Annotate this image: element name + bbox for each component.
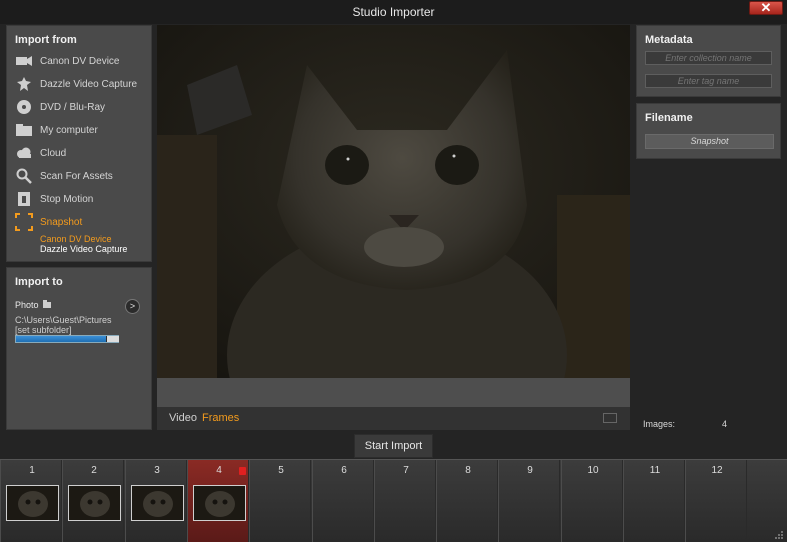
capture-device-icon bbox=[14, 75, 34, 93]
import-path: C:\Users\Guest\Pictures bbox=[15, 315, 112, 325]
collection-name-input[interactable] bbox=[645, 51, 772, 65]
slot-number: 10 bbox=[587, 465, 599, 476]
tray-slot[interactable]: 5 bbox=[249, 460, 311, 542]
filename-input[interactable]: Snapshot bbox=[645, 134, 774, 149]
tray-slot[interactable]: 11 bbox=[623, 460, 685, 542]
import-from-panel: Import from Canon DV Device Dazzle Video… bbox=[6, 25, 152, 262]
tray-slot[interactable]: 12 bbox=[685, 460, 747, 542]
tray-slot[interactable]: 3 bbox=[125, 460, 187, 542]
snapshot-thumbnail[interactable] bbox=[68, 485, 121, 521]
slot-number: 6 bbox=[341, 465, 347, 476]
source-snapshot[interactable]: Snapshot bbox=[14, 212, 148, 232]
window-title: Studio Importer bbox=[352, 5, 435, 19]
magnifier-icon bbox=[14, 167, 34, 185]
slot-number: 2 bbox=[91, 465, 97, 476]
slot-number: 3 bbox=[154, 465, 160, 476]
mode-video-tab[interactable]: Video bbox=[169, 412, 197, 424]
tray-slot[interactable]: 10 bbox=[561, 460, 623, 542]
filename-panel: Filename Snapshot bbox=[636, 103, 781, 159]
slot-number: 12 bbox=[711, 465, 723, 476]
tray-slot[interactable]: 9 bbox=[498, 460, 560, 542]
media-type-row: Photo bbox=[15, 300, 51, 310]
snapshot-tray: 1 2 3 4 5 6 7 8 9 10 11 12 bbox=[0, 459, 787, 542]
tray-slot[interactable]: 7 bbox=[374, 460, 436, 542]
metadata-title: Metadata bbox=[645, 34, 693, 46]
cat-photo bbox=[157, 25, 630, 378]
tray-slot[interactable]: 2 bbox=[62, 460, 124, 542]
capacity-end bbox=[107, 336, 119, 342]
snapshot-thumbnail[interactable] bbox=[131, 485, 184, 521]
snapshot-device-dazzle[interactable]: Dazzle Video Capture bbox=[40, 244, 127, 254]
media-type-label: Photo bbox=[15, 300, 39, 310]
metadata-panel: Metadata bbox=[636, 25, 781, 97]
slot-number: 11 bbox=[649, 465, 661, 476]
cloud-icon bbox=[14, 144, 34, 162]
delete-icon[interactable] bbox=[239, 467, 246, 475]
snapshot-icon bbox=[14, 213, 34, 231]
import-to-panel: Import to Photo > C:\Users\Guest\Picture… bbox=[6, 267, 152, 430]
tray-slot[interactable]: 6 bbox=[312, 460, 374, 542]
start-import-button[interactable]: Start Import bbox=[354, 434, 433, 458]
snapshot-thumbnail[interactable] bbox=[6, 485, 59, 521]
images-label: Images: bbox=[643, 419, 676, 429]
folder-icon bbox=[14, 121, 34, 139]
source-label: DVD / Blu-Ray bbox=[40, 101, 106, 113]
close-button[interactable]: ✕ bbox=[749, 1, 783, 15]
fullscreen-icon[interactable] bbox=[603, 413, 617, 423]
source-dvd[interactable]: DVD / Blu-Ray bbox=[14, 97, 148, 117]
stop-motion-icon bbox=[14, 190, 34, 208]
images-count: 4 bbox=[722, 419, 728, 429]
chevron-right-icon[interactable]: > bbox=[125, 299, 140, 314]
mode-frames-tab[interactable]: Frames bbox=[202, 412, 239, 424]
capacity-fill bbox=[16, 336, 106, 342]
disc-icon bbox=[14, 98, 34, 116]
slot-number: 5 bbox=[278, 465, 284, 476]
source-label: Scan For Assets bbox=[40, 170, 113, 182]
source-stop-motion[interactable]: Stop Motion bbox=[14, 189, 148, 209]
source-label: Canon DV Device bbox=[40, 55, 120, 67]
source-canon-dv[interactable]: Canon DV Device bbox=[14, 51, 148, 71]
slot-number: 8 bbox=[465, 465, 471, 476]
slot-number: 1 bbox=[29, 465, 35, 476]
set-subfolder-link[interactable]: [set subfolder] bbox=[15, 325, 72, 335]
disk-capacity-bar bbox=[15, 335, 119, 343]
source-dazzle[interactable]: Dazzle Video Capture bbox=[14, 74, 148, 94]
snapshot-thumbnail[interactable] bbox=[193, 485, 246, 521]
source-label: Stop Motion bbox=[40, 193, 94, 205]
tray-slot[interactable]: 1 bbox=[0, 460, 62, 542]
snapshot-device-canon[interactable]: Canon DV Device bbox=[40, 234, 112, 244]
source-my-computer[interactable]: My computer bbox=[14, 120, 148, 140]
import-from-title: Import from bbox=[15, 34, 77, 46]
source-label: Cloud bbox=[40, 147, 67, 159]
folder-icon[interactable] bbox=[42, 300, 51, 308]
title-bar: Studio Importer ✕ bbox=[0, 0, 787, 24]
tag-name-input[interactable] bbox=[645, 74, 772, 88]
import-to-title: Import to bbox=[15, 276, 63, 288]
camcorder-icon bbox=[14, 52, 34, 70]
snapshot-preview[interactable] bbox=[157, 25, 630, 378]
tray-slot[interactable]: 8 bbox=[436, 460, 498, 542]
source-label: Dazzle Video Capture bbox=[40, 78, 138, 90]
source-label: Snapshot bbox=[40, 216, 83, 228]
resize-grip-icon[interactable] bbox=[774, 530, 784, 540]
tray-slot[interactable]: 4 bbox=[187, 460, 249, 542]
source-scan-assets[interactable]: Scan For Assets bbox=[14, 166, 148, 186]
slot-number: 7 bbox=[403, 465, 409, 476]
source-cloud[interactable]: Cloud bbox=[14, 143, 148, 163]
slot-number: 9 bbox=[527, 465, 533, 476]
filename-title: Filename bbox=[645, 112, 693, 124]
source-label: My computer bbox=[40, 124, 98, 136]
preview-toolbar bbox=[157, 378, 630, 407]
capture-mode-bar: Video Frames bbox=[157, 407, 630, 430]
